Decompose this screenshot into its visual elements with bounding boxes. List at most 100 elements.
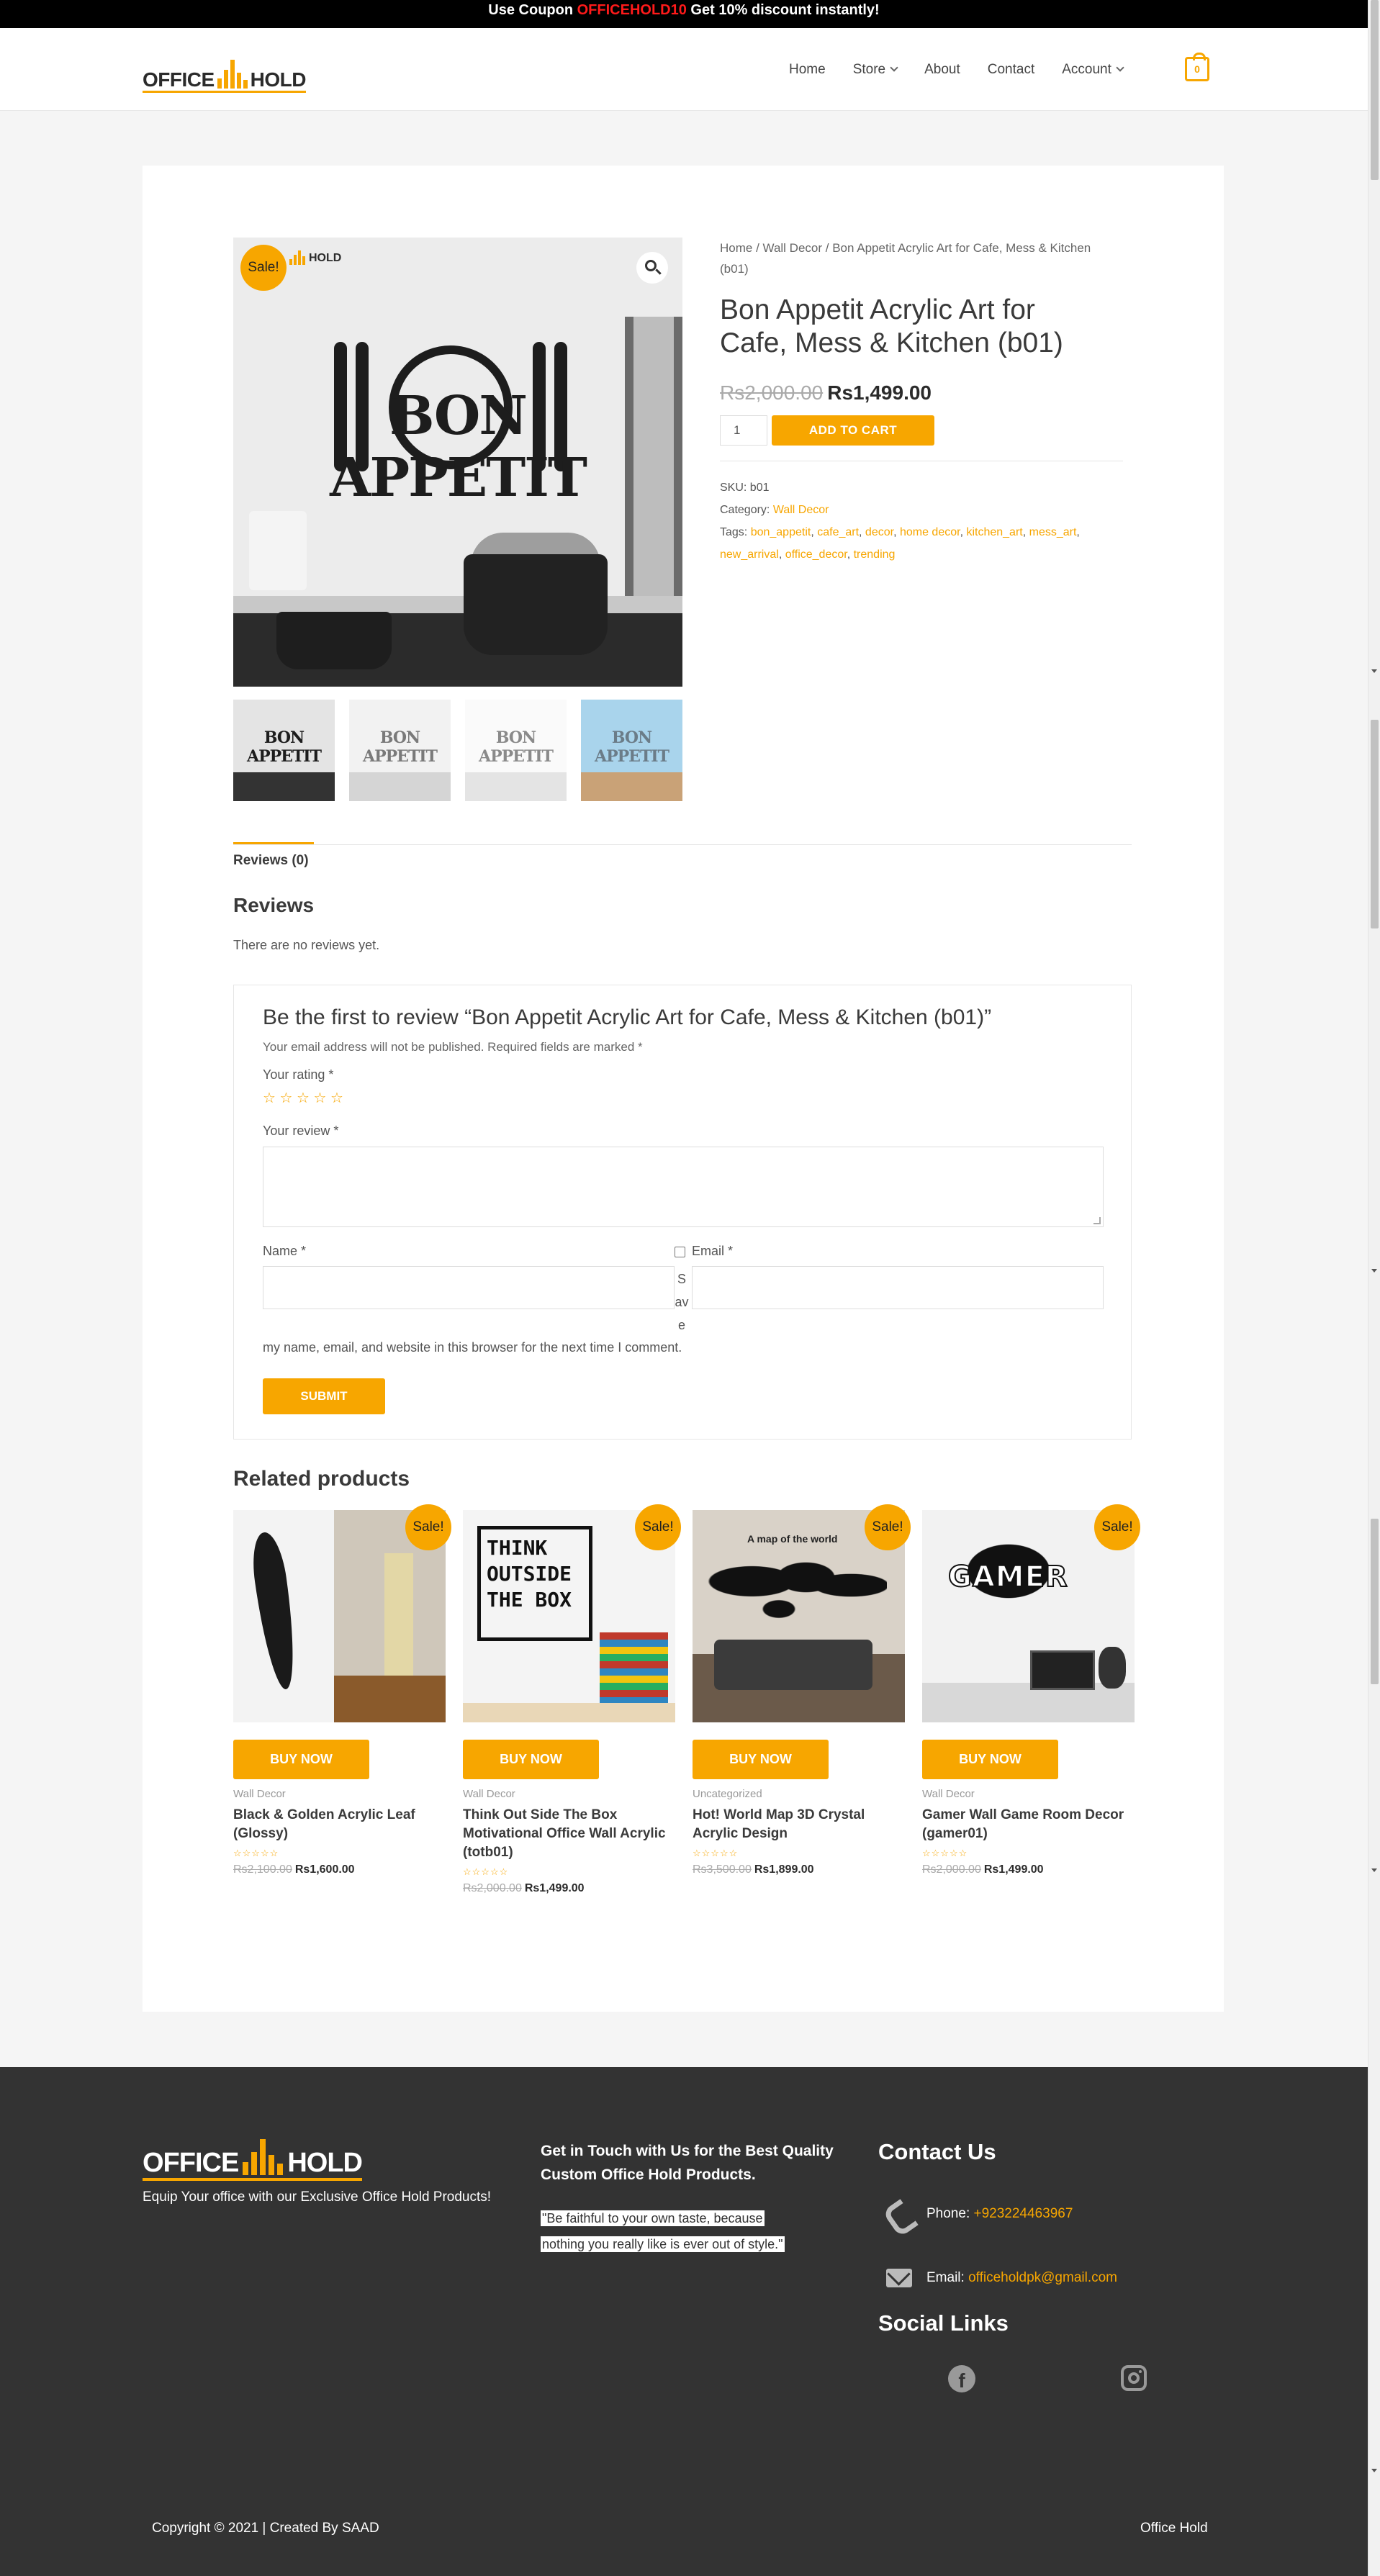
thumbnail-text: BON APPETIT: [363, 728, 438, 766]
product-category[interactable]: Wall Decor: [922, 1788, 1135, 1800]
copyright: Copyright © 2021 | Created By SAAD: [152, 2521, 379, 2536]
name-label: Name *: [263, 1244, 307, 1258]
product-name[interactable]: Think Out Side The Box Motivational Offi…: [463, 1806, 675, 1862]
scrollbar-thumb[interactable]: [1371, 0, 1379, 180]
thumbnail[interactable]: BON APPETIT: [581, 700, 682, 801]
product-price: Rs3,500.00 Rs1,899.00: [693, 1863, 905, 1876]
email-link[interactable]: officeholdpk@gmail.com: [968, 2270, 1117, 2285]
footer-logo-right: HOLD: [287, 2148, 363, 2178]
facebook-icon[interactable]: f: [948, 2365, 975, 2392]
nav-about[interactable]: About: [924, 62, 960, 78]
nav-store[interactable]: Store: [853, 62, 898, 78]
logo-underline: [143, 2178, 362, 2181]
product-category[interactable]: Uncategorized: [693, 1788, 905, 1800]
category-label: Category:: [720, 504, 773, 516]
logo-text-right: HOLD: [250, 68, 307, 91]
nav-about-label: About: [924, 62, 960, 77]
phone-link[interactable]: +923224463967: [974, 2206, 1073, 2221]
instagram-icon[interactable]: [1121, 2365, 1147, 2391]
search-icon[interactable]: [636, 252, 668, 284]
add-to-cart-button[interactable]: ADD TO CART: [772, 415, 934, 446]
buy-now-button[interactable]: BUY NOW: [693, 1740, 829, 1779]
logo-underline: [143, 91, 306, 93]
product-name[interactable]: Gamer Wall Game Room Decor (gamer01): [922, 1806, 1135, 1843]
product-thumbnails: BON APPETIT BON APPETIT BON APPETIT BON …: [233, 700, 682, 801]
social-heading: Social Links: [878, 2310, 1009, 2336]
thumbnail[interactable]: BON APPETIT: [349, 700, 451, 801]
image-brand-logo: HOLD: [289, 250, 341, 265]
price-old: Rs2,000.00: [720, 381, 824, 404]
related-product-card: GAMER Sale! BUY NOW Wall Decor Gamer Wal…: [922, 1504, 1140, 1876]
nav-contact[interactable]: Contact: [988, 62, 1034, 78]
tag-link[interactable]: office_decor: [785, 548, 847, 561]
tag-link[interactable]: decor: [865, 526, 893, 538]
cart-icon[interactable]: 0: [1185, 53, 1209, 81]
tag-link[interactable]: new_arrival: [720, 548, 779, 561]
cart-count: 0: [1194, 63, 1200, 75]
sale-badge: Sale!: [405, 1504, 451, 1550]
save-label-fragment: S av e: [675, 1267, 689, 1337]
sale-badge: Sale!: [865, 1504, 911, 1550]
page-scrollbar[interactable]: [1368, 0, 1380, 2576]
breadcrumb: Home / Wall Decor / Bon Appetit Acrylic …: [720, 238, 1109, 279]
email-input[interactable]: [692, 1266, 1104, 1309]
tab-reviews[interactable]: Reviews (0): [233, 853, 309, 869]
thumbnail-text: BON APPETIT: [247, 728, 322, 766]
submit-button[interactable]: SUBMIT: [263, 1378, 385, 1414]
product-category[interactable]: Wall Decor: [463, 1788, 675, 1800]
image-bon-appetit-text: BON APPETIT: [330, 385, 587, 509]
save-fragment-2: av: [675, 1295, 689, 1309]
thumbnail[interactable]: BON APPETIT: [465, 700, 567, 801]
site-footer: OFFICE HOLD Equip Your office with our E…: [0, 2067, 1368, 2576]
category-link[interactable]: Wall Decor: [773, 504, 829, 516]
scrollbar-thumb[interactable]: [1371, 720, 1379, 928]
name-input[interactable]: [263, 1266, 675, 1309]
buy-now-button[interactable]: BUY NOW: [463, 1740, 599, 1779]
main-nav: Home Store About Contact Account: [789, 62, 1150, 78]
nav-home[interactable]: Home: [789, 62, 826, 78]
site-header: OFFICE HOLD Home Store About Contact Acc…: [0, 28, 1368, 111]
coupon-code: OFFICEHOLD10: [577, 2, 687, 18]
coupon-bar: Use Coupon OFFICEHOLD10 Get 10% discount…: [0, 0, 1368, 28]
email-label: Email *: [692, 1244, 734, 1258]
chevron-down-icon: [1116, 63, 1124, 72]
coupon-suffix: Get 10% discount instantly!: [686, 2, 880, 18]
related-product-card: A map of the world Sale! BUY NOW Uncateg…: [693, 1504, 911, 1876]
quantity-input[interactable]: 1: [720, 415, 767, 446]
thumbnail[interactable]: BON APPETIT: [233, 700, 335, 801]
price-new: Rs1,499.00: [983, 1863, 1044, 1876]
breadcrumb-category[interactable]: Wall Decor: [763, 241, 823, 255]
email-row: Email: officeholdpk@gmail.com: [886, 2269, 1117, 2287]
thumbnail-text: BON APPETIT: [479, 728, 554, 766]
review-textarea[interactable]: [263, 1147, 1104, 1227]
product-meta: SKU: b01 Category: Wall Decor Tags: bon_…: [720, 476, 1123, 566]
product-name[interactable]: Black & Golden Acrylic Leaf (Glossy): [233, 1806, 446, 1843]
footer-logo[interactable]: OFFICE HOLD: [143, 2139, 363, 2181]
tag-link[interactable]: cafe_art: [817, 526, 859, 538]
buy-now-button[interactable]: BUY NOW: [233, 1740, 369, 1779]
tags-label: Tags:: [720, 526, 751, 538]
nav-home-label: Home: [789, 62, 826, 77]
product-rating: ☆☆☆☆☆: [463, 1866, 509, 1877]
rating-stars[interactable]: ☆ ☆ ☆ ☆ ☆: [263, 1089, 343, 1107]
tag-link[interactable]: mess_art: [1029, 526, 1077, 538]
buy-now-button[interactable]: BUY NOW: [922, 1740, 1058, 1779]
nav-account[interactable]: Account: [1062, 62, 1124, 78]
tag-link[interactable]: bon_appetit: [751, 526, 811, 538]
sku-value: b01: [749, 482, 770, 494]
price-new: Rs1,600.00: [294, 1863, 355, 1876]
tag-link[interactable]: trending: [854, 548, 896, 561]
save-info-checkbox[interactable]: [675, 1247, 685, 1257]
product-main-image[interactable]: BON APPETIT HOLD Sale!: [233, 238, 682, 687]
breadcrumb-home[interactable]: Home: [720, 241, 752, 255]
tag-link[interactable]: home decor: [900, 526, 960, 538]
product-price: Rs2,000.00 Rs1,499.00: [720, 381, 932, 405]
tag-link[interactable]: kitchen_art: [966, 526, 1022, 538]
site-logo[interactable]: OFFICE HOLD: [143, 54, 307, 93]
related-product-card: Sale! BUY NOW Wall Decor Black & Golden …: [233, 1504, 451, 1876]
product-category[interactable]: Wall Decor: [233, 1788, 446, 1800]
product-name[interactable]: Hot! World Map 3D Crystal Acrylic Design: [693, 1806, 905, 1843]
coupon-prefix: Use Coupon: [488, 2, 577, 18]
sale-badge: Sale!: [240, 245, 287, 291]
scrollbar-thumb[interactable]: [1371, 1519, 1379, 1684]
